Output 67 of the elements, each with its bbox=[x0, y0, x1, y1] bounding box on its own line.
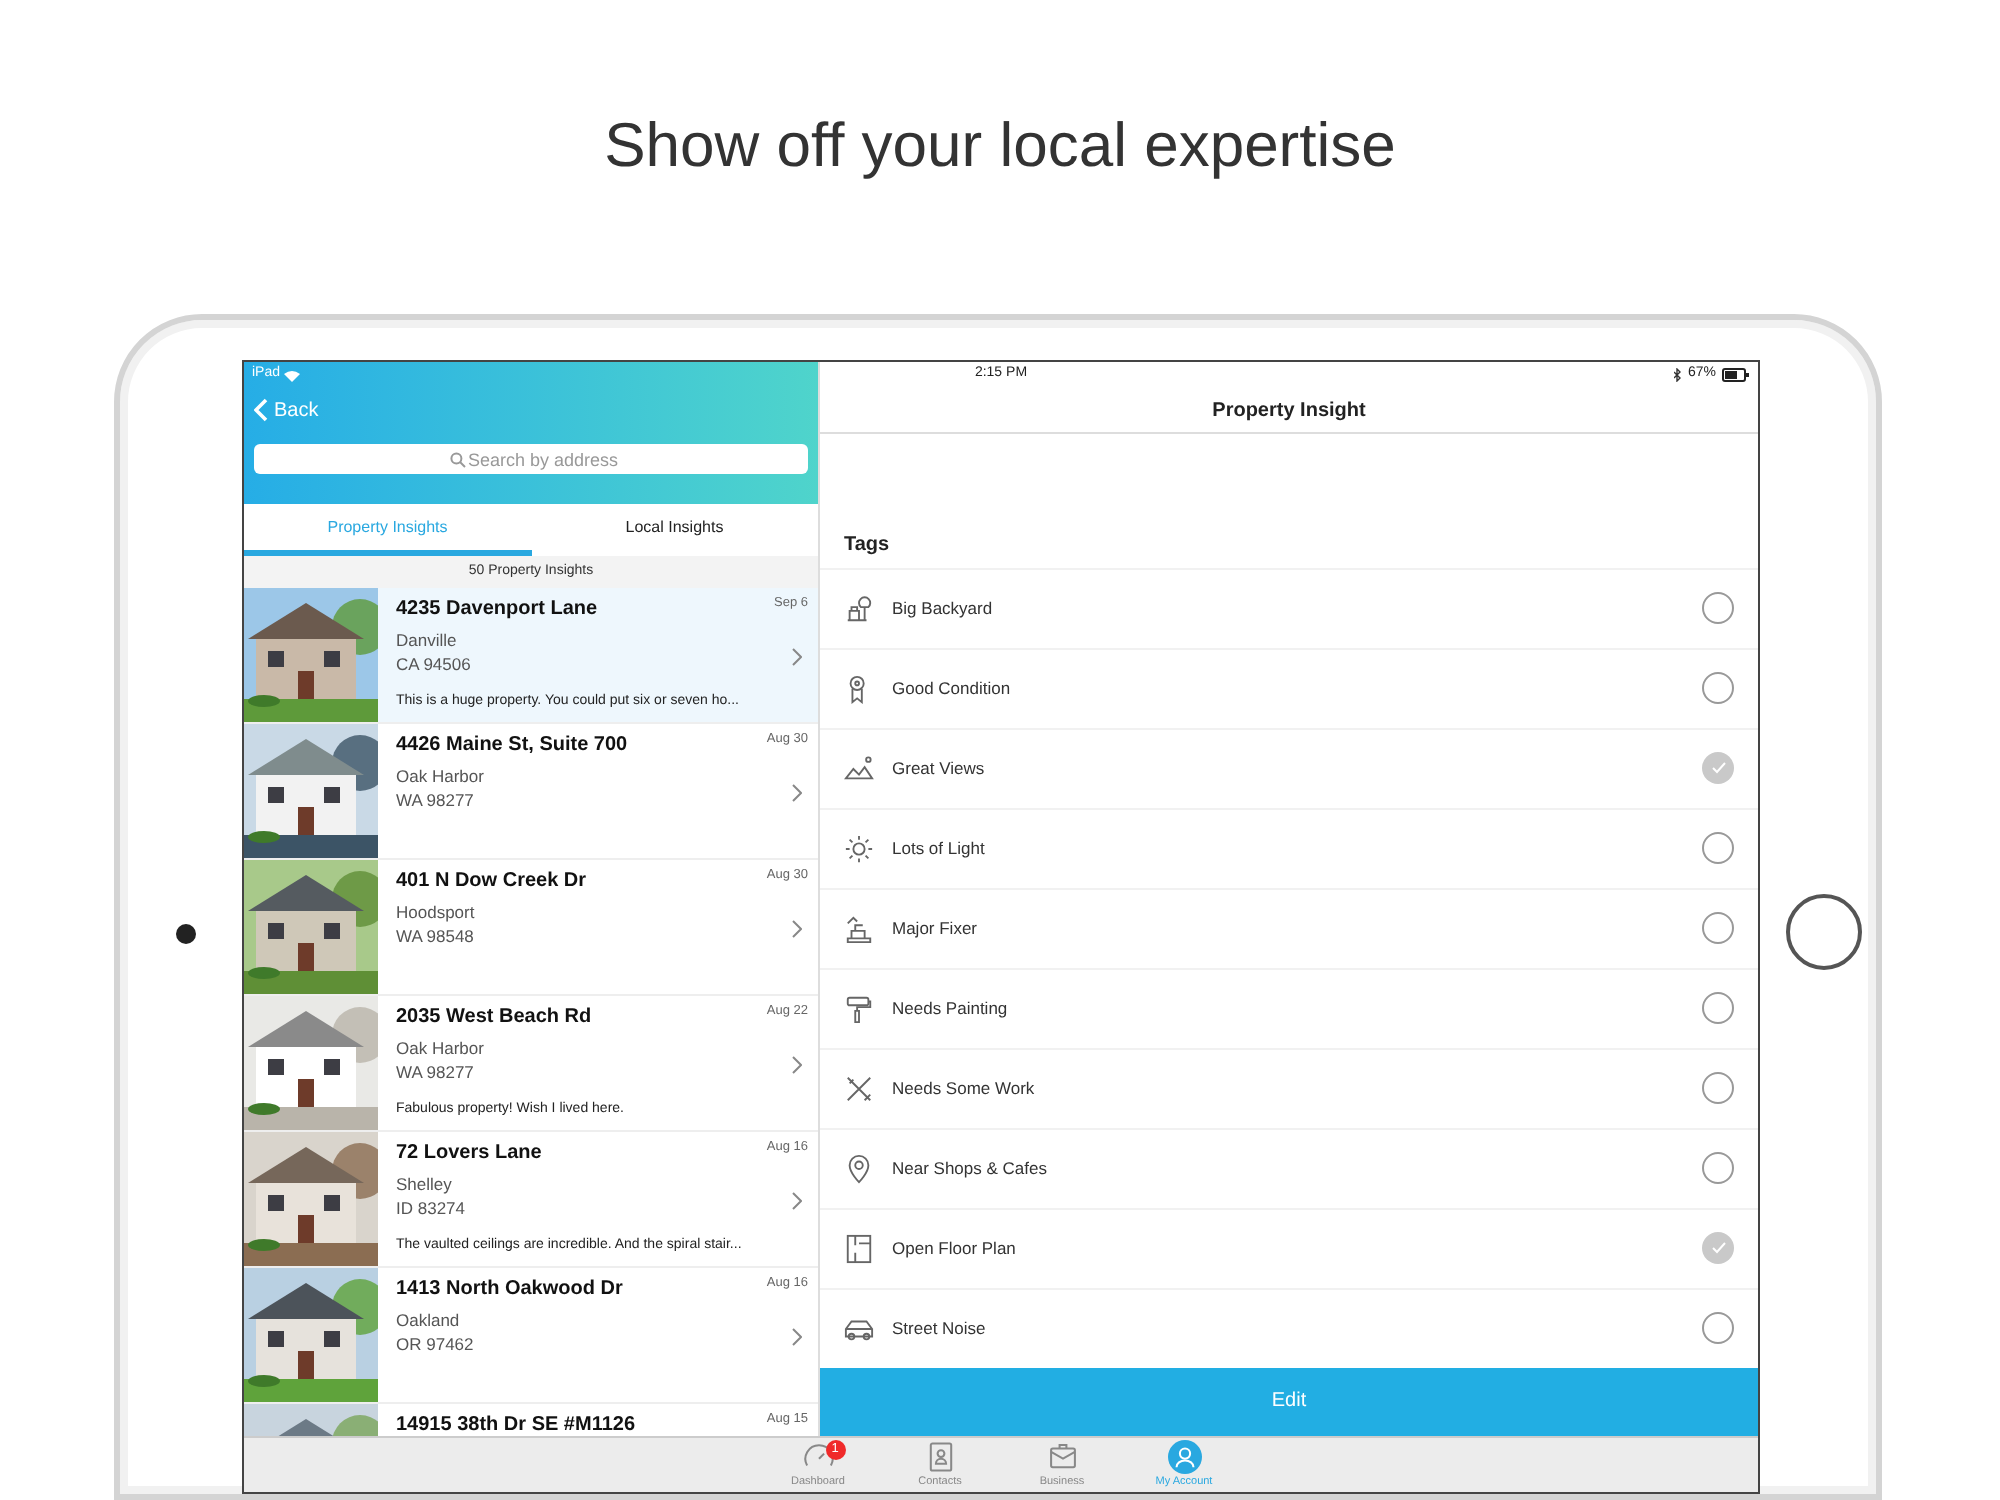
region-label: ID 83274 bbox=[396, 1196, 465, 1220]
region-label: WA 98548 bbox=[396, 924, 474, 948]
checkbox[interactable] bbox=[1702, 832, 1734, 865]
home-button[interactable] bbox=[1786, 894, 1862, 970]
property-address: 4235 Davenport Lane bbox=[396, 596, 598, 624]
property-address: 72 Lovers Lane bbox=[396, 1140, 542, 1168]
checkbox[interactable] bbox=[1702, 752, 1734, 785]
map-pin-icon bbox=[844, 1153, 874, 1184]
city-label: Danville bbox=[396, 628, 457, 652]
tag-label: Needs Painting bbox=[892, 995, 1010, 1022]
wifi-icon bbox=[284, 369, 301, 381]
property-address: 2035 West Beach Rd bbox=[396, 1004, 592, 1032]
city-label: Oak Harbor bbox=[396, 764, 484, 788]
tag-label: Major Fixer bbox=[892, 915, 980, 942]
chevron-right-icon bbox=[792, 1192, 802, 1210]
tag-label: Street Noise bbox=[892, 1315, 988, 1342]
city-label: Oak Harbor bbox=[396, 1036, 484, 1060]
floor-plan-icon bbox=[844, 1233, 874, 1264]
city-label: Oakland bbox=[396, 1308, 460, 1332]
tools-icon bbox=[844, 1073, 874, 1104]
search-icon bbox=[450, 452, 466, 468]
checkmark-icon bbox=[1711, 762, 1725, 775]
tag-label: Great Views bbox=[892, 755, 987, 782]
tag-label: Good Condition bbox=[892, 675, 1013, 702]
headline: Show off your local expertise bbox=[604, 108, 1396, 185]
bluetooth-icon bbox=[1673, 368, 1682, 382]
checkbox[interactable] bbox=[1702, 672, 1734, 705]
property-address: 1413 North Oakwood Dr bbox=[396, 1276, 623, 1304]
region-label: WA 98277 bbox=[396, 788, 474, 812]
battery-icon bbox=[1722, 368, 1750, 382]
checkbox[interactable] bbox=[1702, 992, 1734, 1025]
chevron-right-icon bbox=[792, 1056, 802, 1074]
region-label: CA 94506 bbox=[396, 652, 471, 676]
checkbox[interactable] bbox=[1702, 1072, 1734, 1105]
checkbox[interactable] bbox=[1702, 1152, 1734, 1185]
city-label: Hoodsport bbox=[396, 900, 475, 924]
mountain-icon bbox=[844, 753, 874, 784]
camera-icon bbox=[176, 924, 196, 944]
property-address: 4426 Maine St, Suite 700 bbox=[396, 732, 628, 760]
paint-roller-icon bbox=[844, 993, 874, 1024]
checkmark-icon bbox=[1711, 1242, 1725, 1255]
city-label: Shelley bbox=[396, 1172, 452, 1196]
search-field[interactable]: Search by address bbox=[254, 444, 808, 474]
tag-label: Open Floor Plan bbox=[892, 1235, 1018, 1262]
property-address: 401 N Dow Creek Dr bbox=[396, 868, 587, 896]
sun-icon bbox=[844, 833, 874, 864]
tree-icon bbox=[844, 593, 874, 624]
tab[interactable]: Local Insights bbox=[531, 504, 818, 556]
checkbox[interactable] bbox=[1702, 592, 1734, 625]
tag-label: Near Shops & Cafes bbox=[892, 1155, 1049, 1182]
tag-label: Lots of Light bbox=[892, 835, 987, 862]
chevron-right-icon bbox=[792, 920, 802, 938]
region-label: OR 97462 bbox=[396, 1332, 474, 1356]
chevron-right-icon bbox=[792, 648, 802, 666]
tag-label: Needs Some Work bbox=[892, 1075, 1037, 1102]
briefcase-icon bbox=[1045, 1439, 1079, 1474]
chevron-left-icon bbox=[254, 398, 268, 422]
property-address: 14915 38th Dr SE #M1126 bbox=[396, 1412, 636, 1436]
region-label: WA 98277 bbox=[396, 1060, 474, 1084]
section-heading: Tags bbox=[842, 531, 892, 560]
checkbox[interactable] bbox=[1702, 1312, 1734, 1345]
checkbox[interactable] bbox=[1702, 1232, 1734, 1265]
chevron-right-icon bbox=[792, 1328, 802, 1346]
tag-label: Big Backyard bbox=[892, 595, 995, 622]
chevron-right-icon bbox=[792, 784, 802, 802]
person-icon bbox=[1167, 1439, 1201, 1474]
checkbox[interactable] bbox=[1702, 912, 1734, 945]
